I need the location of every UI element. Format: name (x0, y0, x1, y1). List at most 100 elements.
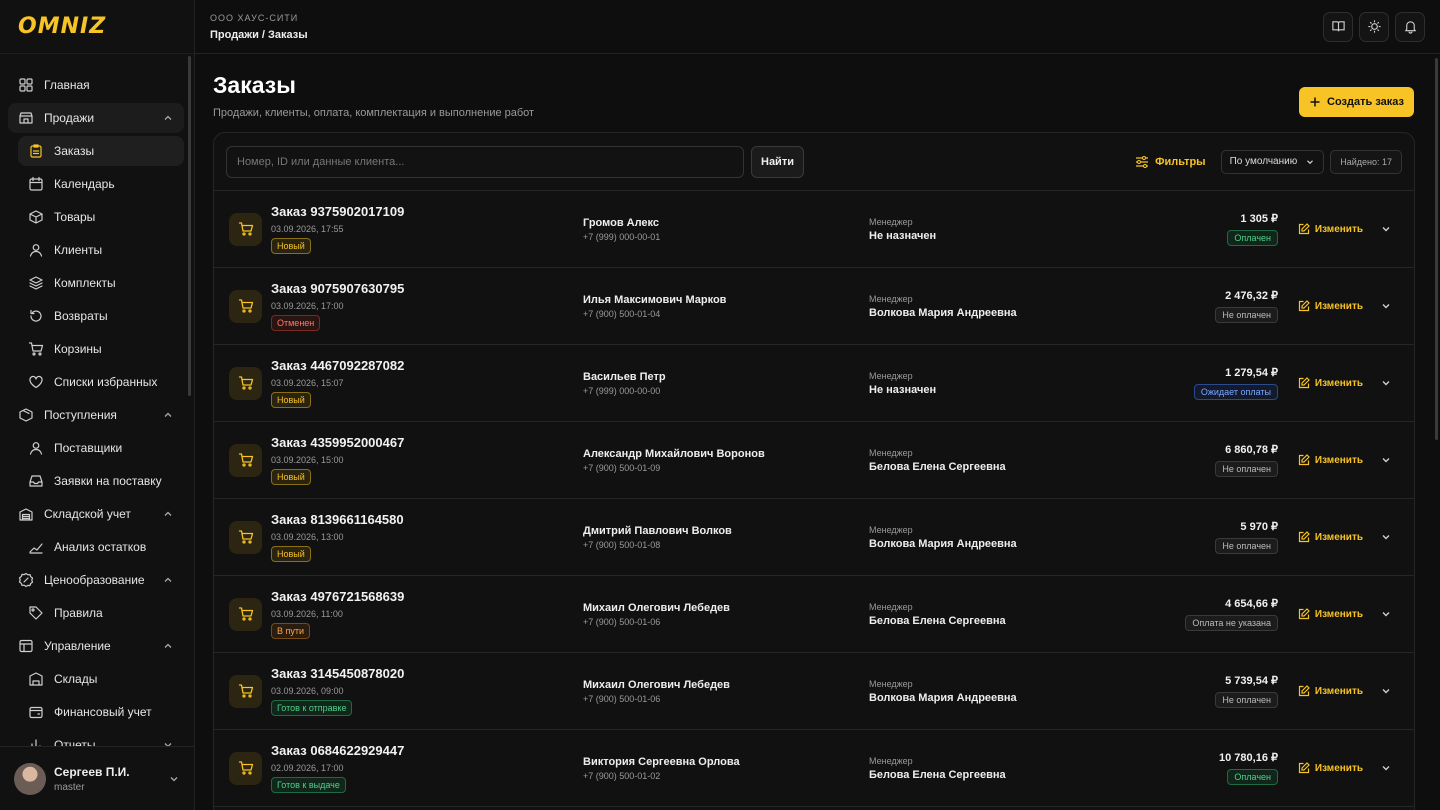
client-name: Виктория Сергеевна Орлова (583, 755, 740, 768)
book-open-button[interactable] (1323, 11, 1353, 42)
order-number[interactable]: Заказ 3145450878020 (271, 666, 583, 681)
table-row[interactable]: Заказ 4976721568639 03.09.2026, 11:00 В … (214, 576, 1414, 653)
sidebar-item-0[interactable]: Главная (8, 70, 184, 100)
tag-icon (29, 606, 43, 620)
expand-row-button[interactable] (1380, 762, 1392, 774)
sidebar-subitem-1-6[interactable]: Корзины (18, 334, 184, 364)
search-input[interactable] (226, 145, 744, 178)
order-number[interactable]: Заказ 9375902017109 (271, 204, 583, 219)
sidebar-item-5[interactable]: Управление (8, 631, 184, 661)
order-number[interactable]: Заказ 4976721568639 (271, 589, 583, 604)
order-cart-badge (229, 212, 262, 246)
order-number[interactable]: Заказ 4467092287082 (271, 358, 583, 373)
sidebar-subitem-1-5[interactable]: Возвраты (18, 301, 184, 331)
sidebar-subitem-3-0[interactable]: Анализ остатков (18, 532, 184, 562)
edit-label: Изменить (1314, 531, 1363, 543)
sidebar-subitem-2-0[interactable]: Поставщики (18, 433, 184, 463)
order-date: 03.09.2026, 09:00 (271, 686, 344, 696)
expand-row-button[interactable] (1380, 608, 1392, 620)
sidebar-subitem-2-1[interactable]: Заявки на поставку (18, 466, 184, 496)
order-number[interactable]: Заказ 4359952000467 (271, 435, 583, 450)
sidebar-subitem-1-3[interactable]: Клиенты (18, 235, 184, 265)
brand-logo[interactable]: OMNIZ (0, 0, 194, 54)
edit-icon (1298, 377, 1310, 389)
edit-label: Изменить (1314, 685, 1363, 697)
sidebar-item-label: Складской учет (44, 507, 131, 521)
order-amount: 5 739,54 ₽ (1225, 675, 1278, 687)
edit-order-button[interactable]: Изменить (1298, 608, 1363, 620)
edit-order-button[interactable]: Изменить (1298, 300, 1363, 312)
table-row[interactable]: Заказ 0684622929447 02.09.2026, 17:00 Го… (214, 730, 1414, 807)
expand-row-button[interactable] (1380, 300, 1392, 312)
expand-row-button[interactable] (1380, 377, 1392, 389)
manager-label: Менеджер (869, 293, 913, 304)
expand-row-button[interactable] (1380, 531, 1392, 543)
table-row[interactable]: Заказ 4467092287082 03.09.2026, 15:07 Но… (214, 345, 1414, 422)
edit-order-button[interactable]: Изменить (1298, 454, 1363, 466)
filters-button[interactable]: Фильтры (1135, 155, 1206, 169)
sidebar-subitem-1-4[interactable]: Комплекты (18, 268, 184, 298)
edit-order-button[interactable]: Изменить (1298, 377, 1363, 389)
sidebar-subitem-4-0[interactable]: Правила (18, 598, 184, 628)
cart-icon (238, 222, 253, 236)
trend-icon (29, 543, 43, 554)
sort-select[interactable]: По умолчанию (1220, 149, 1325, 174)
table-row[interactable]: Заказ 3145450878020 03.09.2026, 09:00 Го… (214, 653, 1414, 730)
table-row[interactable]: Заказ 9075907630795 03.09.2026, 17:00 От… (214, 268, 1414, 345)
sidebar-item-4[interactable]: Ценообразование (8, 565, 184, 595)
building-icon (29, 672, 43, 686)
edit-order-button[interactable]: Изменить (1298, 762, 1363, 774)
sidebar-subitem-5-0[interactable]: Склады (18, 664, 184, 694)
edit-label: Изменить (1314, 454, 1363, 466)
sidebar-item-label: Правила (54, 606, 103, 620)
status-badge: Отменен (271, 315, 321, 331)
sidebar-subitem-5-1[interactable]: Финансовый учет (18, 697, 184, 727)
expand-row-button[interactable] (1380, 223, 1392, 235)
sidebar-item-label: Продажи (44, 111, 95, 125)
expand-row-button[interactable] (1380, 454, 1392, 466)
order-number[interactable]: Заказ 8139661164580 (271, 512, 583, 527)
sidebar-item-label: Управление (44, 639, 111, 653)
order-date: 03.09.2026, 17:00 (271, 301, 344, 311)
sidebar-subitem-1-7[interactable]: Списки избранных (18, 367, 184, 397)
manager-name: Волкова Мария Андреевна (869, 691, 1017, 704)
order-amount: 1 279,54 ₽ (1225, 367, 1278, 379)
client-phone: +7 (900) 500-01-08 (583, 539, 661, 550)
order-cart-badge (229, 674, 262, 708)
edit-order-button[interactable]: Изменить (1298, 531, 1363, 543)
expand-row-button[interactable] (1380, 685, 1392, 697)
create-order-button[interactable]: Создать заказ (1299, 87, 1414, 117)
order-number[interactable]: Заказ 9075907630795 (271, 281, 583, 296)
table-row[interactable]: Заказ 4359952000467 03.09.2026, 15:00 Но… (214, 422, 1414, 499)
main-scrollbar[interactable] (1435, 58, 1438, 440)
sidebar-item-3[interactable]: Складской учет (8, 499, 184, 529)
sidebar-item-2[interactable]: Поступления (8, 400, 184, 430)
sidebar-item-label: Заказы (54, 144, 95, 158)
find-button[interactable]: Найти (751, 145, 804, 178)
chevron-down-icon (1382, 381, 1390, 386)
user-menu[interactable]: Сергеев П.И. master (0, 746, 194, 810)
edit-label: Изменить (1314, 300, 1363, 312)
sidebar-scrollbar[interactable] (188, 56, 191, 396)
cart-icon (238, 530, 253, 544)
sidebar-nav: Главная Продажи Заказы Календарь Товары Клиен… (0, 54, 194, 746)
client-name: Михаил Олегович Лебедев (583, 678, 730, 691)
sidebar-subitem-1-2[interactable]: Товары (18, 202, 184, 232)
table-row[interactable]: Заказ 9375902017109 03.09.2026, 17:55 Но… (214, 191, 1414, 268)
sidebar-subitem-1-0[interactable]: Заказы (18, 136, 184, 166)
edit-order-button[interactable]: Изменить (1298, 685, 1363, 697)
order-amount: 5 970 ₽ (1240, 521, 1278, 533)
theme-toggle-button[interactable] (1359, 11, 1389, 42)
edit-order-button[interactable]: Изменить (1298, 223, 1363, 235)
sidebar-subitem-1-1[interactable]: Календарь (18, 169, 184, 199)
sidebar-submenu: Анализ остатков (18, 532, 184, 562)
status-badge: В пути (271, 623, 311, 639)
notifications-button[interactable] (1395, 11, 1425, 42)
sidebar-subitem-5-2[interactable]: Отчеты (18, 730, 184, 746)
user-icon (29, 244, 43, 257)
table-row[interactable]: Заказ 8139661164580 03.09.2026, 13:00 Но… (214, 499, 1414, 576)
order-number[interactable]: Заказ 0684622929447 (271, 743, 583, 758)
sidebar-item-label: Клиенты (54, 243, 103, 257)
badge-percent-icon (18, 572, 34, 588)
sidebar-item-1[interactable]: Продажи (8, 103, 184, 133)
